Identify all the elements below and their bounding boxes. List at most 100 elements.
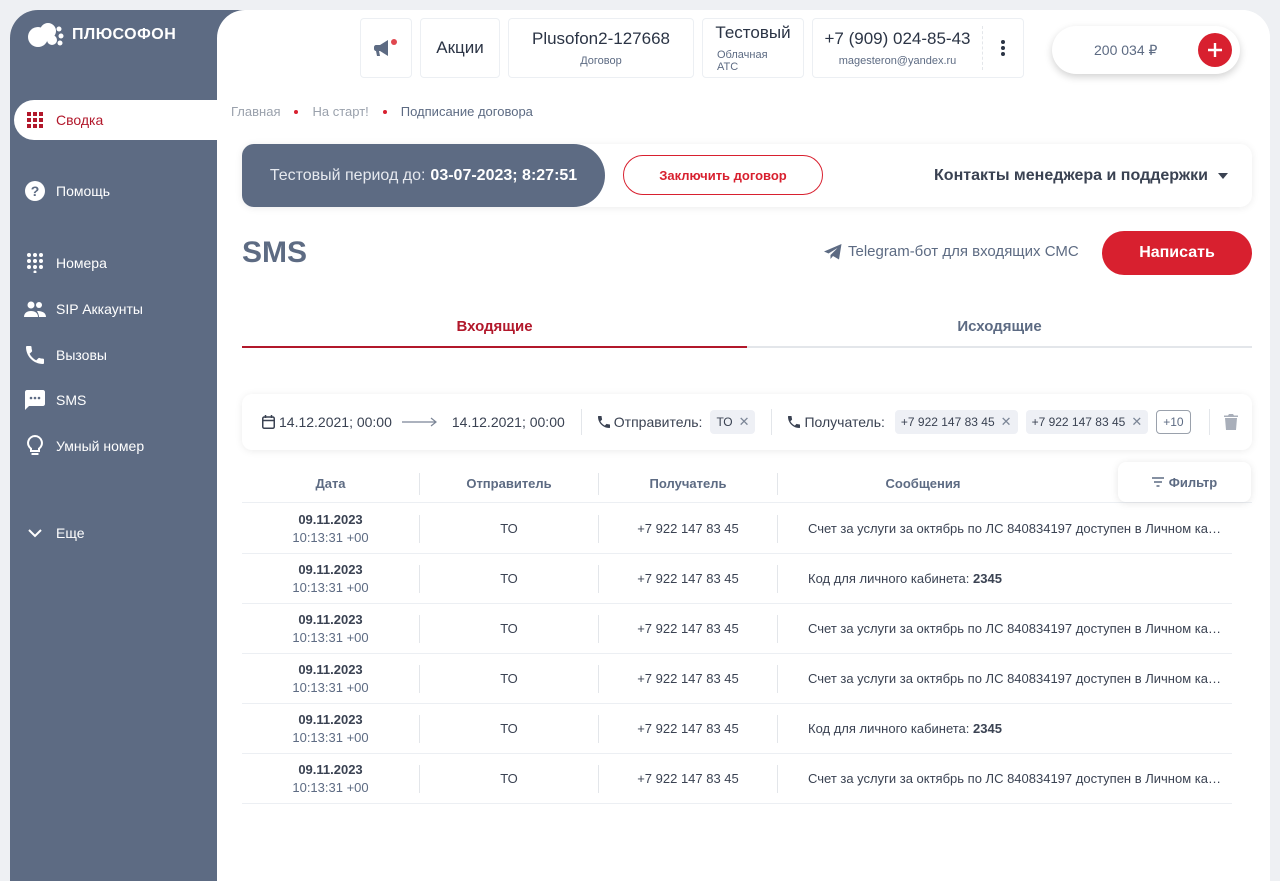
sms-icon xyxy=(24,389,46,411)
announcements-button[interactable] xyxy=(360,18,412,78)
filter-button[interactable]: Фильтр xyxy=(1118,462,1251,502)
cell-message: Счет за услуги за октябрь по ЛС 84083419… xyxy=(778,771,1232,786)
cell-date-time: 10:13:31 +00 xyxy=(292,579,369,595)
cell-message: Счет за услуги за октябрь по ЛС 84083419… xyxy=(778,621,1232,636)
trial-bar: Тестовый период до: 03-07-2023; 8:27:51 … xyxy=(242,144,1252,207)
chevron-down-icon xyxy=(24,522,46,544)
balance-widget[interactable]: 200 034 ₽ xyxy=(1052,26,1240,74)
close-icon[interactable]: ✕ xyxy=(739,414,750,430)
sender-chip[interactable]: ТО ✕ xyxy=(710,410,756,434)
breadcrumb-start[interactable]: На старт! xyxy=(312,104,368,119)
table-row[interactable]: 09.11.2023 10:13:31 +00 ТО +7 922 147 83 45… xyxy=(242,604,1232,654)
trial-label: Тестовый период до: xyxy=(269,166,426,184)
cell-message: Код для личного кабинета: 2345 xyxy=(778,571,1232,586)
column-header-recipient[interactable]: Получатель xyxy=(599,476,777,491)
close-icon[interactable]: ✕ xyxy=(1131,414,1142,430)
brand-name: ПЛЮСОФОН xyxy=(72,26,177,43)
caret-down-icon xyxy=(1218,172,1228,179)
date-from: 14.12.2021; 00:00 xyxy=(279,414,392,430)
sidebar-item-help[interactable]: ? Помощь xyxy=(10,173,217,209)
grid-icon xyxy=(24,109,46,131)
telegram-bot-link[interactable]: Telegram-бот для входящих СМС xyxy=(824,243,1079,260)
people-icon xyxy=(24,298,46,320)
sidebar-item-more[interactable]: Еще xyxy=(10,515,217,551)
sidebar-item-label: SMS xyxy=(56,392,87,408)
message-text: Счет за услуги за октябрь по ЛС 84083419… xyxy=(808,521,1232,536)
sign-contract-button[interactable]: Заключить договор xyxy=(623,155,823,195)
arrow-right-icon xyxy=(401,417,442,427)
account-email: magesteron@yandex.ru xyxy=(838,55,957,67)
kebab-menu-icon xyxy=(1001,40,1005,56)
plus-icon xyxy=(1208,43,1222,57)
sidebar-item-numbers[interactable]: Номера xyxy=(10,245,217,281)
cell-recipient: +7 922 147 83 45 xyxy=(637,671,739,686)
column-header-sender[interactable]: Отправитель xyxy=(420,476,598,491)
tab-outgoing[interactable]: Исходящие xyxy=(747,306,1252,346)
table-row[interactable]: 09.11.2023 10:13:31 +00 ТО +7 922 147 83 45… xyxy=(242,654,1232,704)
cell-date-day: 09.11.2023 xyxy=(298,561,363,577)
table-row[interactable]: 09.11.2023 10:13:31 +00 ТО +7 922 147 83 45… xyxy=(242,504,1232,554)
sender-filter[interactable]: Отправитель: ТО ✕ xyxy=(597,410,756,434)
contacts-label: Контакты менеджера и поддержки xyxy=(934,166,1208,184)
app-window: ПЛЮСОФОН Сводка ? Помощь Номера SIP Акка… xyxy=(10,10,1270,881)
message-text: Счет за услуги за октябрь по ЛС 84083419… xyxy=(808,621,1232,636)
megaphone-icon xyxy=(374,39,397,56)
breadcrumb-separator xyxy=(294,109,299,114)
cell-message: Счет за услуги за октябрь по ЛС 84083419… xyxy=(778,671,1232,686)
sidebar-item-calls[interactable]: Вызовы xyxy=(10,337,217,373)
contract-info[interactable]: Plusofon2-127668 Договор xyxy=(508,18,694,78)
close-icon[interactable]: ✕ xyxy=(1001,414,1012,430)
promo-button[interactable]: Акции xyxy=(420,18,500,78)
cell-sender: ТО xyxy=(500,521,518,536)
tab-incoming[interactable]: Входящие xyxy=(242,306,747,348)
column-header-date[interactable]: Дата xyxy=(242,476,419,491)
table-row[interactable]: 09.11.2023 10:13:31 +00 ТО +7 922 147 83 45… xyxy=(242,754,1232,804)
recipient-label: Получатель: xyxy=(804,414,885,430)
cell-recipient: +7 922 147 83 45 xyxy=(637,721,739,736)
cell-date: 09.11.2023 10:13:31 +00 xyxy=(242,611,419,647)
breadcrumb-home[interactable]: Главная xyxy=(231,104,280,119)
account-phone: +7 (909) 024-85-43 xyxy=(824,29,971,48)
cell-date: 09.11.2023 10:13:31 +00 xyxy=(242,761,419,797)
filter-button-label: Фильтр xyxy=(1168,474,1218,490)
brand-logo[interactable]: ПЛЮСОФОН xyxy=(26,20,176,50)
sidebar-item-sms[interactable]: SMS xyxy=(10,382,217,418)
recipient-chip-label: +7 922 147 83 45 xyxy=(1031,415,1126,429)
cell-date-day: 09.11.2023 xyxy=(298,761,363,777)
sidebar-item-label: Вызовы xyxy=(56,347,107,363)
sidebar-item-label: Помощь xyxy=(56,183,111,199)
table-row[interactable]: 09.11.2023 10:13:31 +00 ТО +7 922 147 83 45… xyxy=(242,554,1232,604)
sidebar: ПЛЮСОФОН Сводка ? Помощь Номера SIP Акка… xyxy=(10,10,254,881)
more-recipients-chip[interactable]: +10 xyxy=(1156,410,1191,434)
sidebar-item-label: Еще xyxy=(56,525,85,541)
clear-filters-button[interactable] xyxy=(1224,414,1238,430)
sidebar-edge-curve xyxy=(217,10,257,100)
recipient-chip[interactable]: +7 922 147 83 45 ✕ xyxy=(1025,410,1149,434)
sender-label: Отправитель: xyxy=(613,414,703,430)
plan-info[interactable]: Тестовый Облачная АТС xyxy=(702,18,804,78)
column-header-messages[interactable]: Сообщения xyxy=(778,476,1068,491)
cell-sender: ТО xyxy=(500,671,518,686)
top-up-button[interactable] xyxy=(1198,33,1232,67)
account-menu-button[interactable] xyxy=(983,40,1023,56)
svg-text:?: ? xyxy=(31,183,40,199)
page-title: SMS xyxy=(242,236,308,269)
message-text: Код для личного кабинета: xyxy=(808,721,974,736)
account-info[interactable]: +7 (909) 024-85-43 magesteron@yandex.ru xyxy=(812,18,1024,78)
cell-date-time: 10:13:31 +00 xyxy=(292,679,369,695)
contacts-dropdown[interactable]: Контакты менеджера и поддержки xyxy=(934,144,1228,207)
table-row[interactable]: 09.11.2023 10:13:31 +00 ТО +7 922 147 83 45… xyxy=(242,704,1232,754)
message-text: Счет за услуги за октябрь по ЛС 84083419… xyxy=(808,771,1232,786)
date-range-picker[interactable]: 14.12.2021; 00:00 14.12.2021; 00:00 xyxy=(262,414,565,430)
sidebar-item-smart-number[interactable]: Умный номер xyxy=(10,428,217,464)
recipient-chip[interactable]: +7 922 147 83 45 ✕ xyxy=(894,410,1018,434)
divider xyxy=(1208,409,1210,435)
recipient-filter[interactable]: Получатель: +7 922 147 83 45 ✕ +7 922 14… xyxy=(788,410,1191,434)
sidebar-item-sip[interactable]: SIP Аккаунты xyxy=(10,291,217,327)
write-sms-button[interactable]: Написать xyxy=(1102,231,1252,275)
sms-table-body: 09.11.2023 10:13:31 +00 ТО +7 922 147 83 45… xyxy=(242,504,1232,804)
cell-sender: ТО xyxy=(500,571,518,586)
contract-title: Plusofon2-127668 xyxy=(531,29,670,48)
message-text: Код для личного кабинета: xyxy=(808,571,974,586)
cell-date-day: 09.11.2023 xyxy=(298,511,363,527)
